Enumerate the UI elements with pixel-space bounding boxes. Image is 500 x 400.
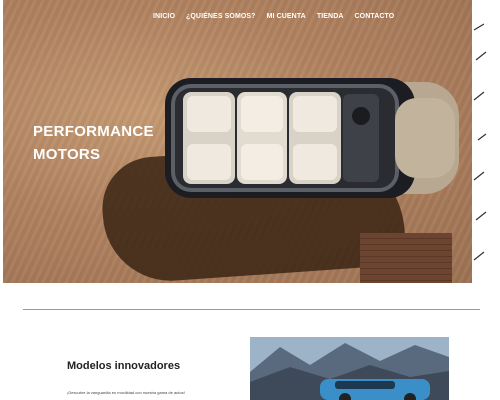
hero-title: PERFORMANCE MOTORS	[33, 120, 154, 166]
section-title: Modelos innovadores	[67, 360, 181, 372]
hero-banner: INICIO ¿QUIÉNES SOMOS? MI CUENTA TIENDA …	[3, 0, 472, 283]
nav-inicio[interactable]: INICIO	[153, 13, 175, 20]
nav-quienes-somos[interactable]: ¿QUIÉNES SOMOS?	[186, 13, 256, 20]
nav-contacto[interactable]: CONTACTO	[355, 13, 395, 20]
car-top-view-image	[165, 78, 459, 198]
page-right-edge	[472, 0, 500, 283]
main-nav: INICIO ¿QUIÉNES SOMOS? MI CUENTA TIENDA …	[153, 13, 394, 20]
nav-tienda[interactable]: TIENDA	[317, 13, 344, 20]
hero-title-line2: MOTORS	[33, 146, 101, 163]
decorative-edge	[473, 23, 487, 261]
wooden-deck	[360, 233, 452, 283]
section-text: ¡Descubre la vanguardia en movilidad con…	[67, 390, 185, 395]
section-divider	[23, 309, 480, 310]
hero-title-line1: PERFORMANCE	[33, 123, 154, 140]
suv-mountain-image	[250, 337, 449, 400]
nav-mi-cuenta[interactable]: MI CUENTA	[267, 13, 306, 20]
